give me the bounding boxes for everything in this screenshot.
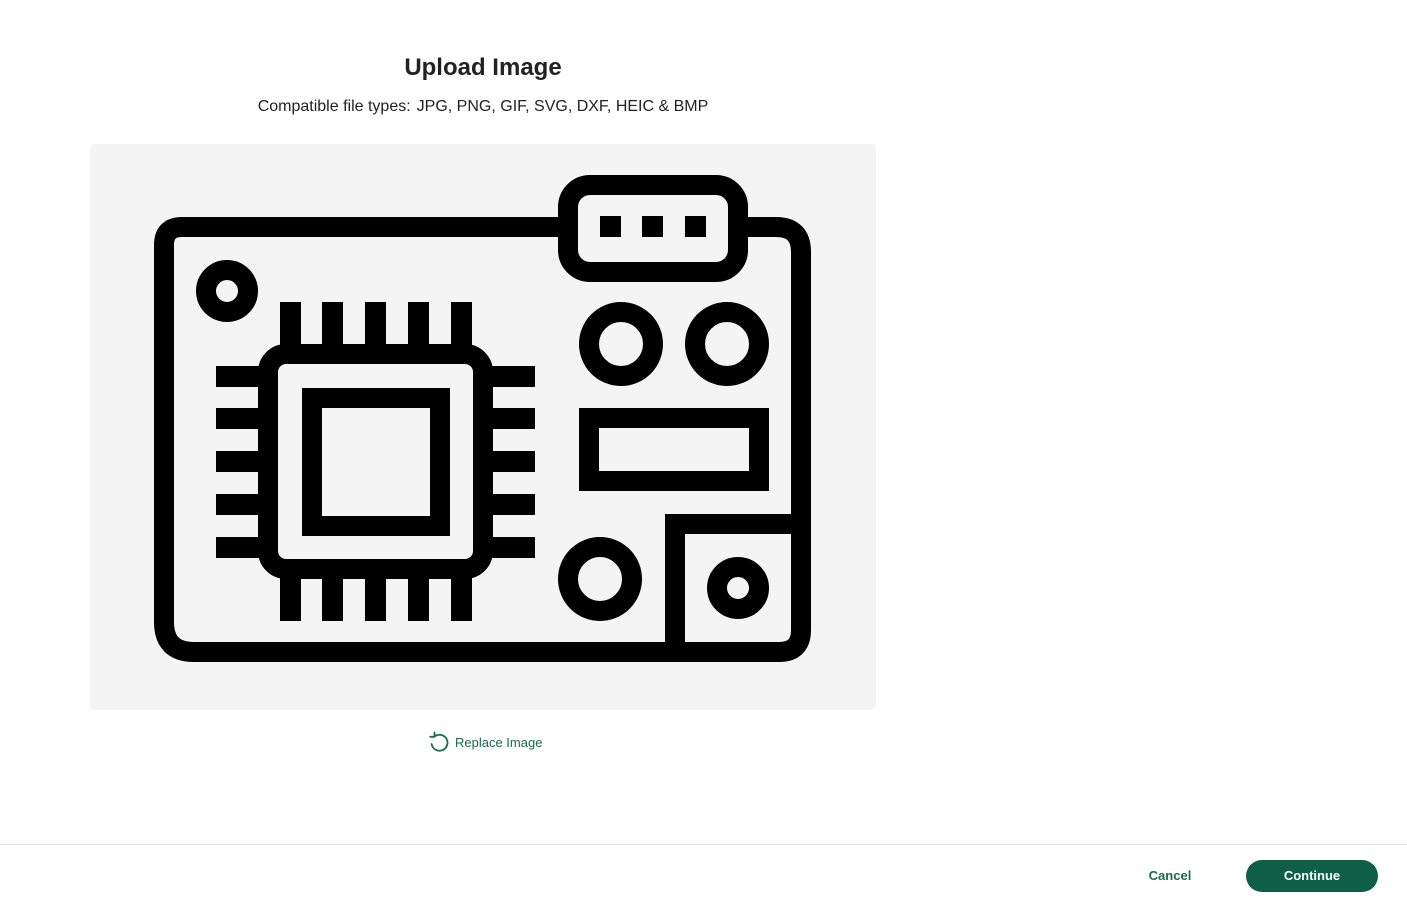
replace-image-label: Replace Image bbox=[455, 734, 543, 750]
compatible-types-list: JPG, PNG, GIF, SVG, DXF, HEIC & BMP bbox=[416, 98, 709, 115]
cancel-button[interactable]: Cancel bbox=[1134, 861, 1206, 891]
dialog-footer: Cancel Continue bbox=[0, 844, 1407, 900]
continue-button[interactable]: Continue bbox=[1246, 860, 1378, 892]
compatible-types: Compatible file types: JPG, PNG, GIF, SVG… bbox=[90, 98, 876, 116]
replace-image-button[interactable]: Replace Image bbox=[428, 731, 542, 753]
circuit-board-icon bbox=[154, 175, 811, 662]
compatible-types-label: Compatible file types: bbox=[257, 98, 411, 115]
page-title: Upload Image bbox=[404, 54, 562, 81]
image-preview bbox=[90, 144, 876, 710]
rotate-ccw-icon bbox=[429, 731, 449, 752]
upload-image-dialog: Upload Image Compatible file types: JPG, … bbox=[0, 0, 1407, 900]
